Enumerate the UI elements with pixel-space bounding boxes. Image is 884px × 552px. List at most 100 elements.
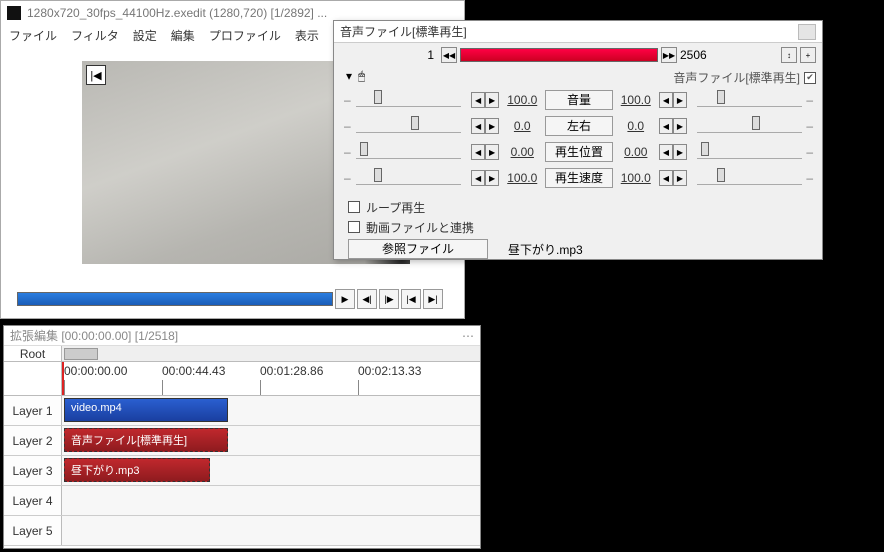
timeline-header: Root xyxy=(4,346,480,362)
frame-range-bar[interactable] xyxy=(460,48,658,62)
seek-bar[interactable] xyxy=(17,292,333,306)
chevron-right-icon[interactable]: ▶ xyxy=(485,118,499,134)
frame-end[interactable]: 2506 xyxy=(680,48,720,62)
param-left-value[interactable]: 0.00 xyxy=(503,145,541,159)
param-left-stepper[interactable]: ◀▶ xyxy=(471,170,499,186)
layer-track[interactable] xyxy=(62,486,480,515)
param-right-stepper[interactable]: ◀▶ xyxy=(659,118,687,134)
chevron-right-icon[interactable]: ▶ xyxy=(673,92,687,108)
chevron-right-icon[interactable]: ▶ xyxy=(673,144,687,160)
anchor-toggle-icon[interactable]: ▾ xyxy=(346,69,352,83)
chevron-right-icon[interactable]: ▶ xyxy=(485,144,499,160)
object-enable-checkbox[interactable]: ✔ xyxy=(804,72,816,84)
link-checkbox-row[interactable]: 動画ファイルと連携 xyxy=(348,217,474,237)
param-right-value[interactable]: 0.00 xyxy=(617,145,655,159)
timeline-layer: Layer 1video.mp4 xyxy=(4,396,480,426)
param-left-value[interactable]: 100.0 xyxy=(503,93,541,107)
menu-settings[interactable]: 設定 xyxy=(133,27,157,43)
add-icon[interactable]: + xyxy=(800,47,816,63)
timeline-menu-icon[interactable]: ⋯ xyxy=(462,329,474,343)
param-left-slider[interactable] xyxy=(356,145,461,159)
timeline-window: 拡張編集 [00:00:00.00] [1/2518] ⋯ Root 00:00… xyxy=(3,325,481,549)
param-left-stepper[interactable]: ◀▶ xyxy=(471,144,499,160)
timeline-clip[interactable]: 音声ファイル[標準再生] xyxy=(64,428,228,452)
swap-icon[interactable]: ↕ xyxy=(781,47,797,63)
loop-checkbox-row[interactable]: ループ再生 xyxy=(348,197,474,217)
timeline-clip[interactable]: video.mp4 xyxy=(64,398,228,422)
param-right-slider[interactable] xyxy=(697,171,802,185)
property-title: 音声ファイル[標準再生] xyxy=(340,23,467,40)
play-button[interactable]: ▶ xyxy=(335,289,355,309)
timeline-clip[interactable]: 昼下がり.mp3 xyxy=(64,458,210,482)
param-name-button[interactable]: 音量 xyxy=(545,90,612,110)
param-name-button[interactable]: 再生速度 xyxy=(545,168,612,188)
reference-file-button[interactable]: 参照ファイル xyxy=(348,239,488,259)
mouse-icon[interactable]: 🖱 xyxy=(358,69,365,84)
param-right-value[interactable]: 0.0 xyxy=(617,119,655,133)
ruler-tick: 00:00:44.43 xyxy=(162,364,225,378)
param-right-slider[interactable] xyxy=(697,119,802,133)
ruler-corner xyxy=(4,362,62,395)
menu-view[interactable]: 表示 xyxy=(295,27,319,43)
chevron-left-icon[interactable]: ◀ xyxy=(659,170,673,186)
goto-start-button[interactable]: |◀ xyxy=(401,289,421,309)
chevron-left-icon[interactable]: ◀ xyxy=(471,92,485,108)
param-left-value[interactable]: 100.0 xyxy=(503,171,541,185)
frame-start-prev-icon[interactable]: ◀◀ xyxy=(441,47,457,63)
param-name-button[interactable]: 再生位置 xyxy=(545,142,612,162)
link-checkbox[interactable] xyxy=(348,221,360,233)
timeline-titlebar[interactable]: 拡張編集 [00:00:00.00] [1/2518] ⋯ xyxy=(4,326,480,346)
menu-filter[interactable]: フィルタ xyxy=(71,27,119,43)
menu-profile[interactable]: プロファイル xyxy=(209,27,281,43)
param-right-slider[interactable] xyxy=(697,145,802,159)
layer-label[interactable]: Layer 3 xyxy=(4,456,62,485)
menu-file[interactable]: ファイル xyxy=(9,27,57,43)
param-left-slider[interactable] xyxy=(356,171,461,185)
layer-track[interactable]: video.mp4 xyxy=(62,396,480,425)
chevron-left-icon[interactable]: ◀ xyxy=(659,92,673,108)
chevron-left-icon[interactable]: ◀ xyxy=(659,118,673,134)
chevron-right-icon[interactable]: ▶ xyxy=(485,170,499,186)
property-titlebar[interactable]: 音声ファイル[標準再生] xyxy=(334,21,822,43)
param-right-slider[interactable] xyxy=(697,93,802,107)
layer-track[interactable] xyxy=(62,516,480,545)
frame-end-next-icon[interactable]: ▶▶ xyxy=(661,47,677,63)
chevron-left-icon[interactable]: ◀ xyxy=(471,170,485,186)
ruler-track[interactable]: 00:00:00.0000:00:44.4300:01:28.8600:02:1… xyxy=(62,362,480,395)
loop-checkbox[interactable] xyxy=(348,201,360,213)
frame-start[interactable]: 1 xyxy=(398,48,438,62)
close-icon[interactable] xyxy=(798,24,816,40)
step-fwd-button[interactable]: |▶ xyxy=(379,289,399,309)
param-right-stepper[interactable]: ◀▶ xyxy=(659,170,687,186)
goto-end-button[interactable]: ▶| xyxy=(423,289,443,309)
chevron-left-icon[interactable]: ◀ xyxy=(659,144,673,160)
layer-label[interactable]: Layer 4 xyxy=(4,486,62,515)
chevron-right-icon[interactable]: ▶ xyxy=(673,170,687,186)
chevron-right-icon[interactable]: ▶ xyxy=(673,118,687,134)
param-name-button[interactable]: 左右 xyxy=(545,116,612,136)
layer-label[interactable]: Layer 2 xyxy=(4,426,62,455)
step-back-button[interactable]: ◀| xyxy=(357,289,377,309)
chevron-left-icon[interactable]: ◀ xyxy=(471,118,485,134)
timeline-hscroll[interactable] xyxy=(62,346,480,361)
layer-label[interactable]: Layer 1 xyxy=(4,396,62,425)
param-right-stepper[interactable]: ◀▶ xyxy=(659,144,687,160)
timeline-root-button[interactable]: Root xyxy=(4,346,62,361)
hscroll-thumb[interactable] xyxy=(64,348,98,360)
param-right-value[interactable]: 100.0 xyxy=(617,171,655,185)
param-left-slider[interactable] xyxy=(356,93,461,107)
menu-edit[interactable]: 編集 xyxy=(171,27,195,43)
chevron-right-icon[interactable]: ▶ xyxy=(485,92,499,108)
param-left-stepper[interactable]: ◀▶ xyxy=(471,92,499,108)
param-right-value[interactable]: 100.0 xyxy=(617,93,655,107)
goto-start-icon[interactable]: |◀ xyxy=(86,65,106,85)
layer-track[interactable]: 音声ファイル[標準再生] xyxy=(62,426,480,455)
param-left-slider[interactable] xyxy=(356,119,461,133)
param-left-stepper[interactable]: ◀▶ xyxy=(471,118,499,134)
param-left-value[interactable]: 0.0 xyxy=(503,119,541,133)
ruler-tick: 00:01:28.86 xyxy=(260,364,323,378)
layer-track[interactable]: 昼下がり.mp3 xyxy=(62,456,480,485)
param-right-stepper[interactable]: ◀▶ xyxy=(659,92,687,108)
chevron-left-icon[interactable]: ◀ xyxy=(471,144,485,160)
layer-label[interactable]: Layer 5 xyxy=(4,516,62,545)
